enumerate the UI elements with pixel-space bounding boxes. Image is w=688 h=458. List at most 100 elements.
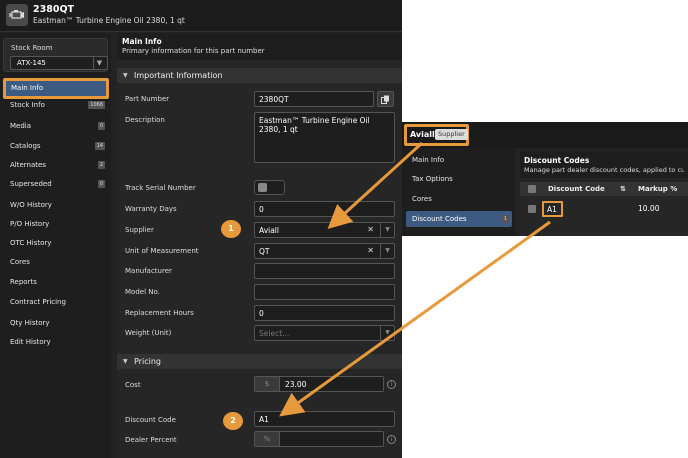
sidebar-item-alternates[interactable]: Alternates 2 [3, 157, 108, 174]
warranty-days-input[interactable]: 0 [254, 201, 395, 217]
sidebar-item-qty-history[interactable]: Qty History [3, 315, 108, 332]
engine-icon [6, 4, 28, 26]
part-number-label: Part Number [125, 95, 170, 103]
sidebar-item-wo-history[interactable]: W/O History [3, 197, 108, 214]
count-badge: 1068 [88, 101, 105, 109]
discount-code-input[interactable]: A1 [254, 411, 395, 427]
part-number-input[interactable]: 2380QT [254, 91, 374, 107]
discount-codes-subtitle: Manage part dealer discount codes, appli… [524, 166, 684, 174]
supplier-sidebar: Main Info Tax Options Cores Discount Cod… [402, 148, 515, 236]
sidebar-item-media[interactable]: Media 0 [3, 118, 108, 135]
description-label: Description [125, 116, 165, 124]
step-2-badge: 2 [223, 412, 243, 430]
vendor-highlight: Aviall Supplier [404, 124, 469, 146]
supplier-nav-main-info[interactable]: Main Info [406, 152, 512, 168]
uom-value: QT [259, 247, 270, 256]
supplier-window: Aviall Supplier Main Info Tax Options Co… [402, 122, 688, 236]
sidebar-item-stock-info[interactable]: Stock Info 1068 [3, 97, 108, 114]
chevron-down-icon[interactable]: ▼ [380, 244, 394, 258]
part-header: 2380QT Eastman™ Turbine Engine Oil 2380,… [0, 0, 402, 32]
description-textarea[interactable]: Eastman™ Turbine Engine Oil 2380, 1 qt [254, 112, 395, 163]
discount-codes-panel: Discount Codes Manage part dealer discou… [520, 152, 688, 236]
sidebar-item-edit-history[interactable]: Edit History [3, 334, 108, 351]
clear-icon[interactable]: ✕ [367, 246, 374, 255]
uom-select[interactable]: QT ✕ ▼ [254, 243, 395, 259]
sidebar: Stock Room ATX-145 ▼ Main Info Stock Inf… [0, 33, 111, 458]
cost-label: Cost [125, 381, 141, 389]
track-serial-toggle[interactable] [254, 180, 285, 195]
supplier-nav-tax-options[interactable]: Tax Options [406, 171, 512, 187]
supplier-value: Aviall [259, 226, 279, 235]
sidebar-item-main-info[interactable]: Main Info [3, 78, 109, 99]
cost-input[interactable]: $ 23.00 [254, 376, 384, 392]
uom-label: Unit of Measurement [125, 247, 199, 255]
main-info-panel: Main Info Primary information for this p… [117, 33, 402, 458]
info-icon[interactable]: i [387, 380, 396, 389]
supplier-header: Aviall Supplier [402, 122, 688, 148]
vendor-name: Aviall [410, 130, 435, 139]
discount-codes-title: Discount Codes [524, 156, 590, 165]
dealer-percent-input[interactable]: % [254, 431, 384, 447]
model-no-label: Model No. [125, 288, 160, 296]
sidebar-item-superseded[interactable]: Superseded 0 [3, 176, 108, 193]
supplier-select[interactable]: Aviall ✕ ▼ [254, 222, 395, 238]
manufacturer-input[interactable] [254, 263, 395, 279]
chevron-down-icon[interactable]: ▼ [380, 223, 394, 237]
replacement-hours-input[interactable]: 0 [254, 305, 395, 321]
stock-room-value: ATX-145 [17, 59, 46, 67]
count-badge: 1 [501, 215, 509, 223]
count-badge: 0 [97, 180, 105, 188]
supplier-label: Supplier [125, 226, 154, 234]
caret-down-icon: ▼ [123, 358, 128, 365]
page-subtitle: Primary information for this part number [122, 47, 265, 55]
sidebar-item-contract-pricing[interactable]: Contract Pricing [3, 294, 108, 311]
supplier-nav-discount-codes[interactable]: Discount Codes 1 [406, 211, 512, 227]
sidebar-item-cores[interactable]: Cores [3, 254, 108, 271]
sidebar-item-reports[interactable]: Reports [3, 274, 108, 291]
main-info-header: Main Info Primary information for this p… [117, 33, 402, 60]
caret-down-icon: ▼ [123, 72, 128, 79]
page-title: Main Info [122, 37, 162, 46]
stock-room-select[interactable]: ATX-145 ▼ [10, 56, 108, 70]
cost-value: 23.00 [285, 380, 307, 389]
toggle-knob [258, 183, 267, 192]
supplier-nav-cores[interactable]: Cores [406, 191, 512, 207]
table-row[interactable]: A1 10.00 [520, 201, 688, 217]
column-markup[interactable]: Markup % [638, 185, 677, 193]
copy-icon [381, 95, 389, 104]
info-icon[interactable]: i [387, 435, 396, 444]
sidebar-item-otc-history[interactable]: OTC History [3, 235, 108, 252]
section-pricing[interactable]: ▼ Pricing [117, 354, 402, 369]
column-discount-code[interactable]: Discount Code [548, 185, 605, 193]
stock-room-panel: Stock Room ATX-145 ▼ [3, 38, 108, 72]
count-badge: 0 [97, 122, 105, 130]
part-code: 2380QT [33, 4, 74, 15]
step-1-badge: 1 [221, 220, 241, 238]
track-serial-label: Track Serial Number [125, 184, 196, 192]
percent-prefix: % [255, 432, 280, 446]
chevron-down-icon[interactable]: ▼ [93, 57, 105, 69]
row-checkbox[interactable] [528, 205, 536, 213]
part-window: 2380QT Eastman™ Turbine Engine Oil 2380,… [0, 0, 402, 458]
sidebar-item-catalogs[interactable]: Catalogs 14 [3, 138, 108, 155]
discount-code-label: Discount Code [125, 416, 176, 424]
sidebar-item-po-history[interactable]: P/O History [3, 216, 108, 233]
stock-room-label: Stock Room [11, 44, 53, 52]
count-badge: 14 [94, 142, 105, 150]
select-all-checkbox[interactable] [528, 185, 536, 193]
model-no-input[interactable] [254, 284, 395, 300]
section-important-information[interactable]: ▼ Important Information [117, 68, 402, 83]
chevron-down-icon[interactable]: ▼ [380, 326, 394, 340]
sort-icon[interactable]: ⇅ [620, 185, 626, 193]
currency-prefix: $ [255, 377, 280, 391]
table-header: Discount Code ⇅ Markup % [520, 182, 688, 196]
copy-button[interactable] [377, 91, 394, 107]
dealer-percent-label: Dealer Percent [125, 436, 177, 444]
weight-unit-select[interactable]: Select... ▼ [254, 325, 395, 341]
weight-unit-placeholder: Select... [259, 329, 290, 338]
part-subtitle: Eastman™ Turbine Engine Oil 2380, 1 qt [33, 16, 185, 25]
replacement-hours-label: Replacement Hours [125, 309, 194, 317]
clear-icon[interactable]: ✕ [367, 225, 374, 234]
discount-code-cell: A1 [542, 201, 563, 217]
warranty-days-label: Warranty Days [125, 205, 177, 213]
